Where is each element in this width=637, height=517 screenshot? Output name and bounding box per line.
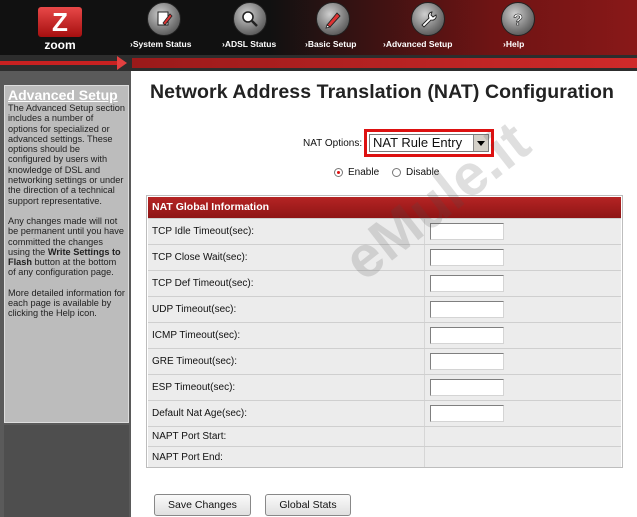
radio-enable[interactable]: Enable — [334, 167, 379, 178]
sidebar-title[interactable]: Advanced Setup — [8, 87, 125, 103]
page-title: Network Address Translation (NAT) Config… — [150, 81, 615, 103]
row-cell — [425, 323, 621, 348]
tcp-def-timeout-input[interactable] — [430, 275, 504, 292]
nav-label: Basic Setup — [305, 39, 357, 49]
document-pencil-icon — [147, 2, 181, 36]
row-cell — [425, 401, 621, 426]
section-arrow-line — [0, 61, 118, 65]
table-row: NAPT Port Start: — [148, 426, 621, 446]
sub-header-red-stripe — [132, 58, 637, 68]
radio-disable[interactable]: Disable — [392, 167, 439, 178]
nav-help[interactable]: ? Help — [498, 2, 548, 54]
row-cell — [425, 349, 621, 374]
row-cell — [425, 375, 621, 400]
table-row: Default Nat Age(sec): — [148, 400, 621, 426]
nat-options-select[interactable]: NAT Rule Entry — [369, 134, 489, 152]
tcp-close-wait-input[interactable] — [430, 249, 504, 266]
nav-basic-setup[interactable]: Basic Setup — [308, 2, 373, 54]
chevron-down-icon[interactable] — [473, 135, 488, 151]
nav-label: Help — [503, 39, 524, 49]
gre-timeout-input[interactable] — [430, 353, 504, 370]
tcp-idle-timeout-input[interactable] — [430, 223, 504, 240]
row-label: TCP Close Wait(sec): — [148, 245, 425, 270]
row-label: NAPT Port End: — [148, 447, 425, 467]
table-row: ESP Timeout(sec): — [148, 374, 621, 400]
sidebar-help-box: Advanced Setup The Advanced Setup sectio… — [4, 85, 129, 423]
question-icon: ? — [501, 2, 535, 36]
table-header: NAT Global Information — [148, 197, 621, 218]
nav-label: ADSL Status — [222, 39, 276, 49]
row-label: NAPT Port Start: — [148, 427, 425, 446]
row-label: TCP Idle Timeout(sec): — [148, 219, 425, 244]
table-row: TCP Close Wait(sec): — [148, 244, 621, 270]
nav-label: System Status — [130, 39, 192, 49]
nav-label: Advanced Setup — [383, 39, 453, 49]
row-label: UDP Timeout(sec): — [148, 297, 425, 322]
udp-timeout-input[interactable] — [430, 301, 504, 318]
nat-options-highlight: NAT Rule Entry — [364, 129, 494, 157]
top-header: Z zoom System Status ADSL Status Basic S… — [0, 0, 637, 55]
global-stats-button[interactable]: Global Stats — [265, 494, 351, 516]
sidebar-footer — [4, 425, 129, 517]
logo-text: zoom — [44, 38, 76, 52]
row-label: ESP Timeout(sec): — [148, 375, 425, 400]
row-cell — [425, 427, 621, 446]
table-row: UDP Timeout(sec): — [148, 296, 621, 322]
icmp-timeout-input[interactable] — [430, 327, 504, 344]
esp-timeout-input[interactable] — [430, 379, 504, 396]
sidebar: Advanced Setup The Advanced Setup sectio… — [0, 71, 131, 517]
radio-disable-circle[interactable] — [392, 168, 401, 177]
nav-adsl-status[interactable]: ADSL Status — [225, 2, 290, 54]
wrench-icon — [411, 2, 445, 36]
nat-global-table: NAT Global Information TCP Idle Timeout(… — [146, 195, 623, 468]
nav-advanced-setup[interactable]: Advanced Setup — [386, 2, 468, 54]
row-label: Default Nat Age(sec): — [148, 401, 425, 426]
main-content: Network Address Translation (NAT) Config… — [131, 71, 637, 517]
zoom-logo: Z zoom — [35, 7, 85, 52]
row-cell — [425, 447, 621, 467]
action-bar: Save Changes Global Stats — [131, 484, 637, 517]
nav-system-status[interactable]: System Status — [133, 2, 193, 54]
pen-icon — [316, 2, 350, 36]
svg-text:?: ? — [513, 12, 523, 29]
table-row: NAPT Port End: — [148, 446, 621, 467]
sidebar-paragraph: More detailed information for each page … — [8, 287, 125, 319]
row-cell — [425, 297, 621, 322]
row-label: TCP Def Timeout(sec): — [148, 271, 425, 296]
table-row: GRE Timeout(sec): — [148, 348, 621, 374]
default-nat-age-input[interactable] — [430, 405, 504, 422]
row-cell — [425, 245, 621, 270]
row-label: GRE Timeout(sec): — [148, 349, 425, 374]
nat-options-value: NAT Rule Entry — [373, 135, 463, 150]
row-cell — [425, 219, 621, 244]
sidebar-paragraph: The Advanced Setup section includes a nu… — [8, 103, 125, 206]
magnifier-icon — [233, 2, 267, 36]
table-row: TCP Idle Timeout(sec): — [148, 218, 621, 244]
logo-mark: Z — [38, 7, 82, 37]
save-changes-button[interactable]: Save Changes — [154, 494, 251, 516]
sidebar-paragraph: Any changes made will not be permanent u… — [8, 216, 125, 278]
row-label: ICMP Timeout(sec): — [148, 323, 425, 348]
radio-disable-label: Disable — [406, 167, 440, 178]
table-row: ICMP Timeout(sec): — [148, 322, 621, 348]
radio-enable-label: Enable — [348, 167, 380, 178]
arrow-right-icon — [117, 56, 127, 70]
radio-enable-circle[interactable] — [334, 168, 343, 177]
row-cell — [425, 271, 621, 296]
nat-options-label: NAT Options: — [303, 138, 363, 149]
table-row: TCP Def Timeout(sec): — [148, 270, 621, 296]
